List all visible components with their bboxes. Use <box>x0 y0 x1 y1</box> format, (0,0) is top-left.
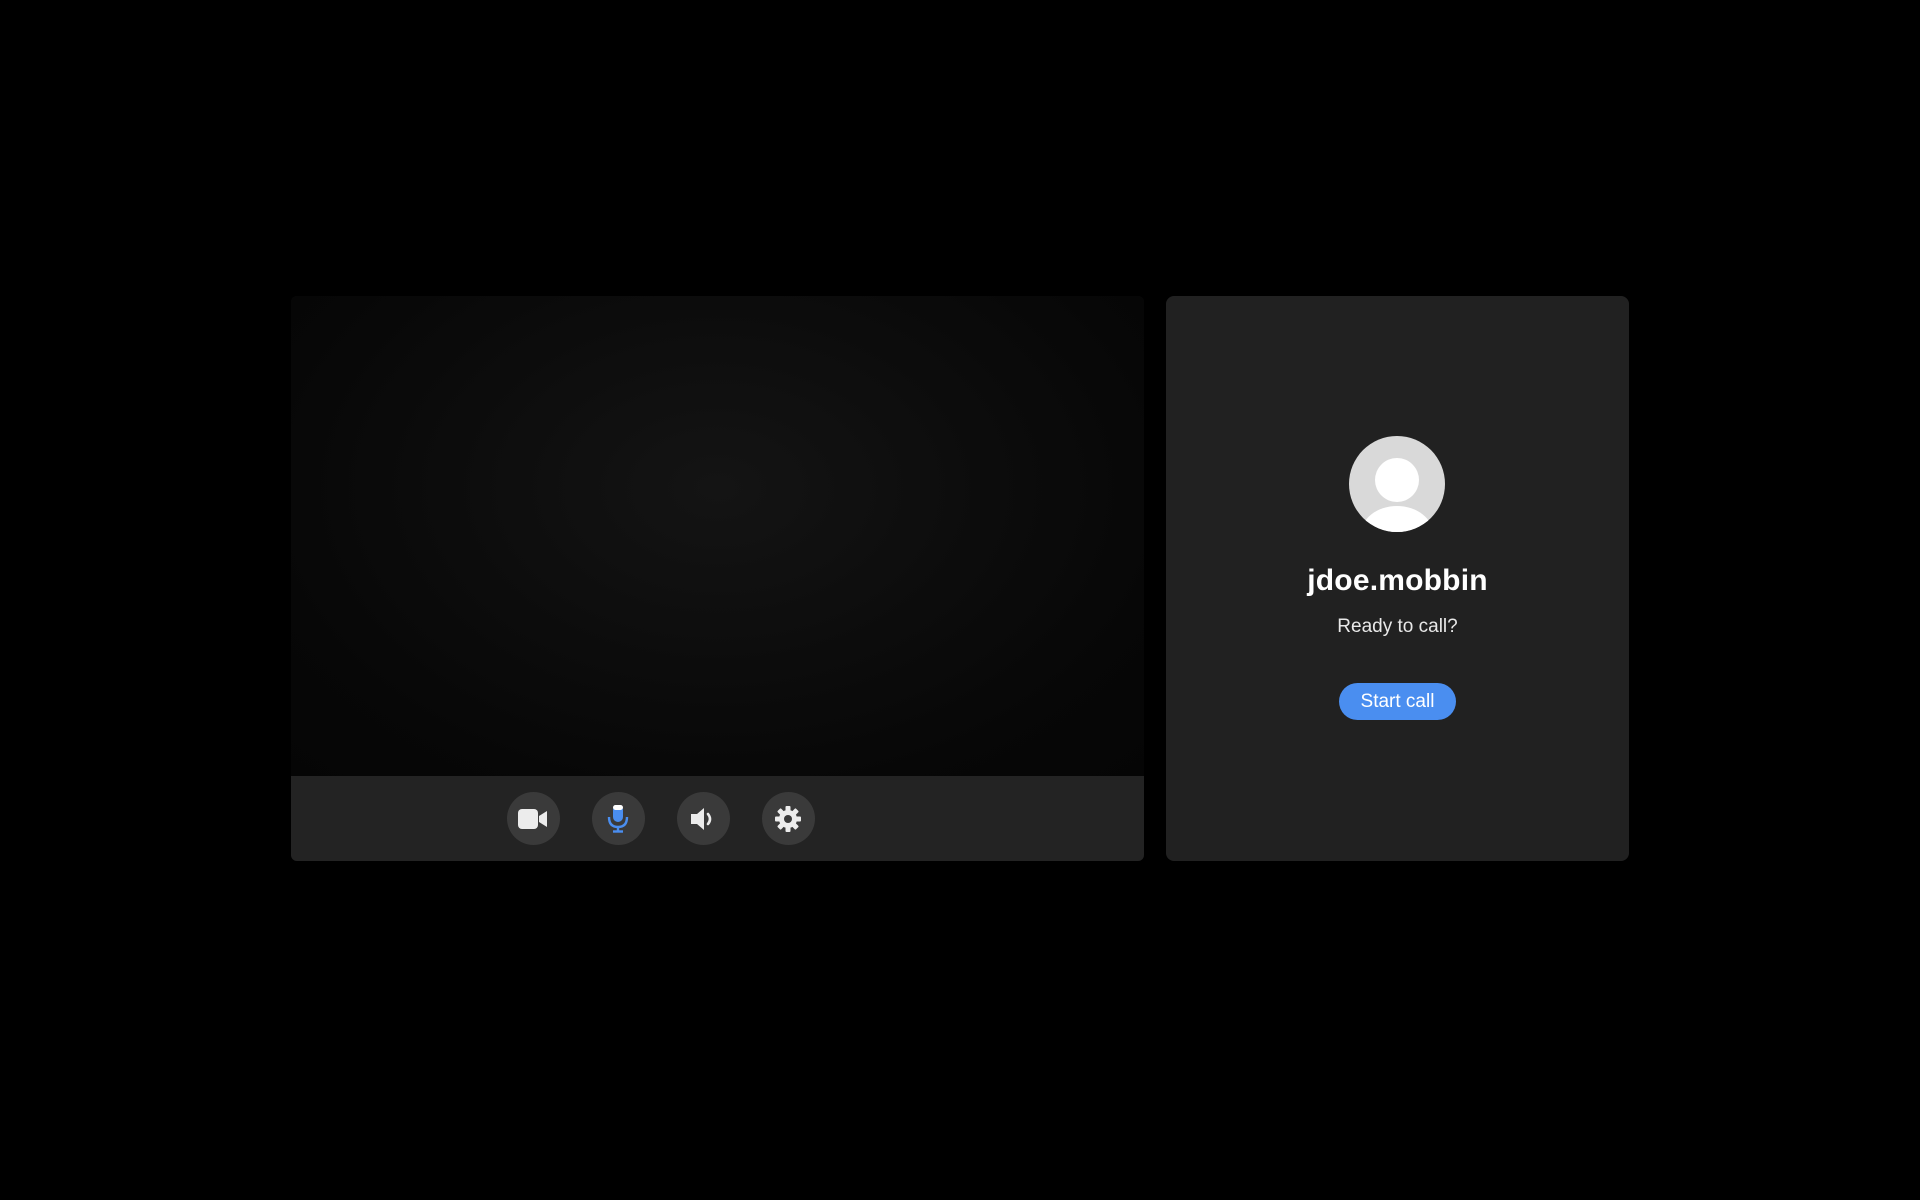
gear-icon <box>775 805 801 832</box>
microphone-toggle-button[interactable] <box>591 792 645 845</box>
video-camera-icon <box>518 808 547 829</box>
camera-feed <box>291 296 1144 776</box>
speaker-toggle-button[interactable] <box>676 792 730 845</box>
call-controls-bar <box>291 776 1144 861</box>
microphone-icon <box>607 804 629 833</box>
call-status-text: Ready to call? <box>1337 616 1458 637</box>
call-controls <box>506 792 815 845</box>
settings-button[interactable] <box>761 792 815 845</box>
call-lobby: jdoe.mobbin Ready to call? Start call <box>0 0 1920 1200</box>
camera-toggle-button[interactable] <box>506 792 560 845</box>
start-call-button[interactable]: Start call <box>1339 683 1456 720</box>
avatar <box>1349 436 1445 532</box>
contact-card: jdoe.mobbin Ready to call? Start call <box>1166 296 1629 861</box>
user-placeholder-icon <box>1361 458 1433 532</box>
contact-name: jdoe.mobbin <box>1307 564 1488 597</box>
video-preview-panel <box>291 296 1144 861</box>
speaker-volume-icon <box>691 807 712 830</box>
